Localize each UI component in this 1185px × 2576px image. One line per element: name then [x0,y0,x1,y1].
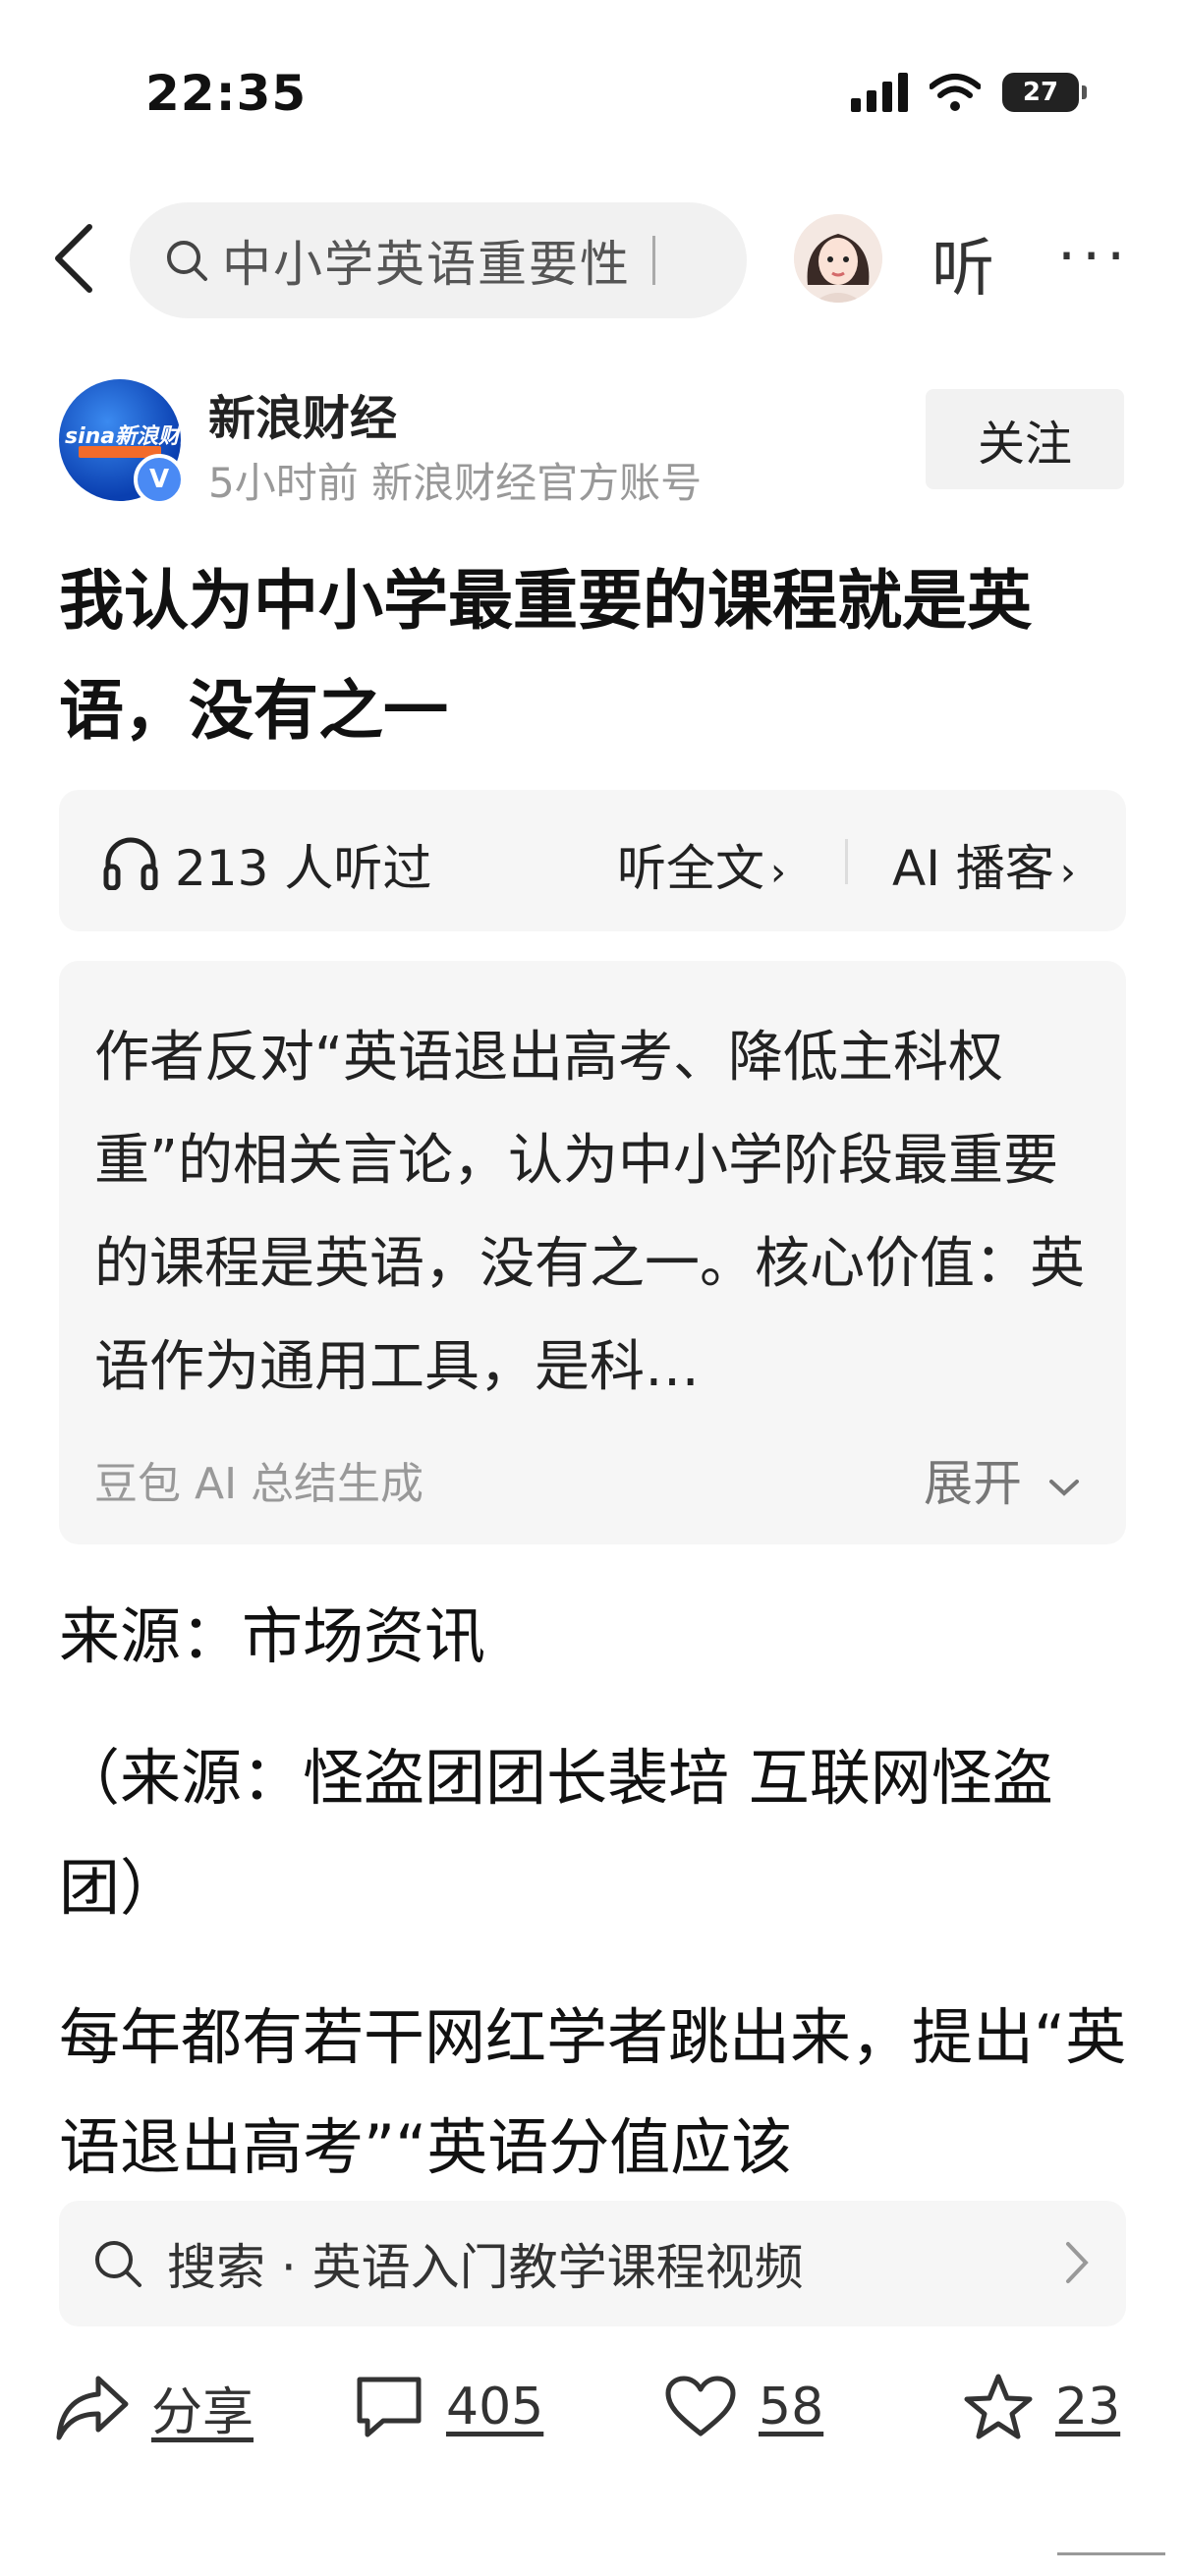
divider [845,839,848,884]
body-paragraph: 每年都有若干网红学者跳出来，提出“英语退出高考”“英语分值应该 [59,2001,1127,2183]
listen-full-button[interactable]: 听全文 › [617,829,786,900]
share-icon [56,2376,129,2440]
search-query: 中小学英语重要性 [222,236,631,293]
comment-icon [357,2377,422,2437]
search-input[interactable]: 中小学英语重要性 [130,202,747,318]
chevron-down-icon [1048,1479,1079,1496]
chevron-right-icon [1066,2242,1089,2283]
chevron-left-icon [55,224,92,293]
verified-badge-icon: V [134,454,185,505]
favorite-count: 23 [1055,2378,1121,2436]
share-label: 分享 [151,2382,254,2442]
author-meta: 5小时前 新浪财经官方账号 [208,459,703,507]
avatar-icon [794,214,882,303]
battery-level: 27 [1022,78,1059,107]
comment-button[interactable]: 405 [354,2368,543,2446]
star-icon [964,2374,1033,2439]
like-button[interactable]: 58 [664,2368,823,2446]
status-time: 22:35 [145,65,308,122]
listen-count: 213 人听过 [175,840,432,897]
body-paragraph: （来源：怪盗团团长裴培 互联网怪盗团） [59,1742,1053,1924]
favorite-button[interactable]: 23 [963,2368,1120,2446]
like-count: 58 [759,2378,824,2436]
listen-bar: 213 人听过 听全文 › AI 播客 › [59,790,1126,931]
listen-button[interactable]: 听 [931,218,994,308]
body-paragraph: 来源：市场资讯 [59,1600,486,1672]
related-search-label: 搜索 · 英语入门教学课程视频 [167,2239,804,2296]
battery-icon: 27 [1002,73,1087,112]
comment-count: 405 [446,2378,544,2436]
article-title: 我认为中小学最重要的课程就是英语，没有之一 [59,563,1032,749]
related-search-bar[interactable]: 搜索 · 英语入门教学课程视频 [59,2201,1126,2326]
back-button[interactable] [39,214,108,303]
expand-label: 展开 [924,1455,1022,1512]
listen-full-label: 听全文 [617,840,764,897]
search-icon [95,2241,141,2287]
ai-summary-card: 作者反对“英语退出高考、降低主科权重”的相关言论，认为中小学阶段最重要的课程是英… [59,961,1126,1544]
heart-icon [665,2376,736,2436]
expand-button[interactable]: 展开 [924,1444,1081,1515]
author-name[interactable]: 新浪财经 [208,379,397,448]
summary-source: 豆包 AI 总结生成 [94,1459,424,1509]
search-caret [652,236,655,285]
ai-podcast-label: AI 播客 [892,840,1054,897]
home-indicator [1057,2552,1165,2569]
wifi-icon [930,74,981,111]
headphone-icon [103,837,158,890]
summary-text: 作者反对“英语退出高考、降低主科权重”的相关言论，认为中小学阶段最重要的课程是英… [94,1026,1085,1399]
status-icons: 27 [851,71,1087,114]
chevron-right-icon: › [1059,850,1076,895]
search-icon [167,241,207,281]
ai-podcast-button[interactable]: AI 播客 › [892,829,1076,900]
more-options-button[interactable]: ··· [1057,222,1131,291]
cellular-signal-icon [851,73,908,112]
follow-button[interactable]: 关注 [926,389,1124,489]
chevron-right-icon: › [770,850,786,895]
share-button[interactable]: 分享 [55,2368,254,2446]
user-avatar[interactable] [794,214,882,303]
